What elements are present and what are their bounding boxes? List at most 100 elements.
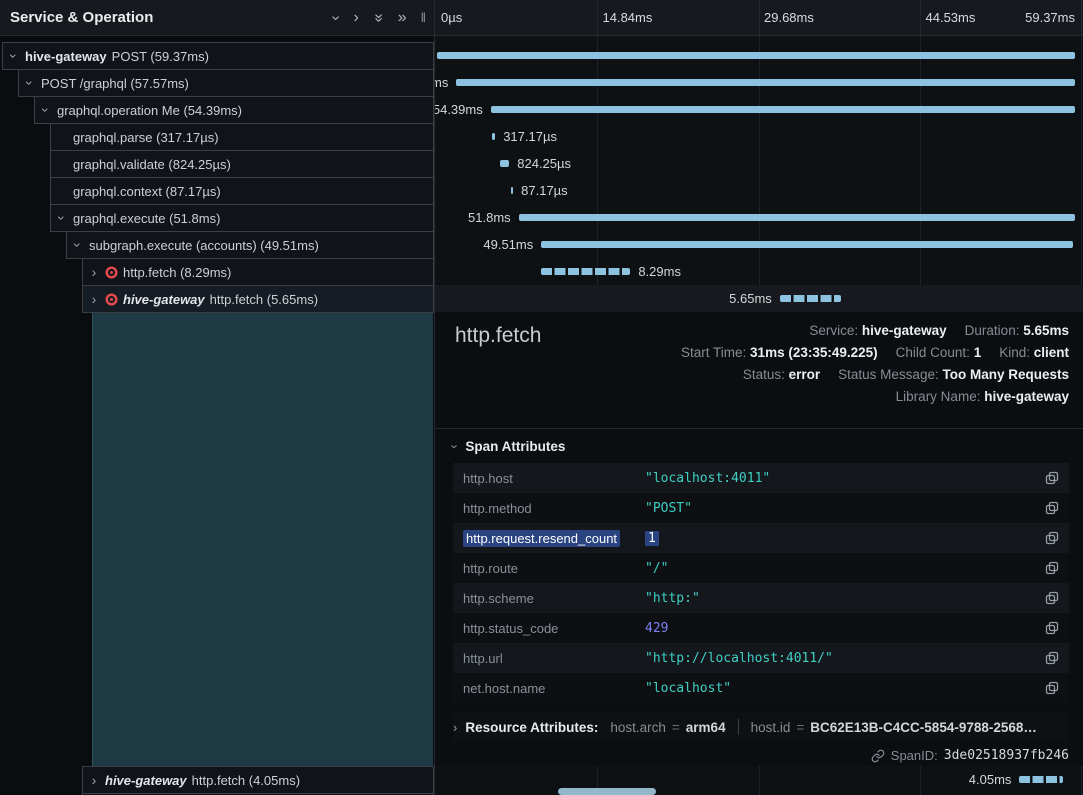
link-icon[interactable] — [871, 749, 885, 763]
span-duration-bar[interactable] — [511, 187, 513, 194]
meta-pair: Child Count: 1 — [896, 345, 982, 360]
tree-row[interactable]: › http.fetch (8.29ms) — [82, 258, 434, 286]
tree-chevron-icon[interactable]: › — [7, 50, 21, 62]
meta-label: Start Time: — [681, 345, 750, 360]
tree-chevron-icon[interactable]: › — [88, 292, 100, 306]
attribute-value: "localhost:4011" — [645, 471, 1039, 486]
ruler-tick-label: 44.53ms — [926, 0, 976, 35]
timeline-row[interactable]: 87.17µs — [435, 177, 1083, 204]
copy-icon[interactable] — [1039, 681, 1059, 695]
span-duration-bar[interactable] — [541, 241, 1073, 248]
tree-chevron-icon[interactable]: › — [88, 265, 100, 279]
timeline-row[interactable]: 824.25µs — [435, 150, 1083, 177]
meta-value: hive-gateway — [862, 323, 947, 338]
attribute-value: 429 — [645, 621, 1039, 636]
timeline-ruler: 0µs14.84ms29.68ms44.53ms59.37ms — [435, 0, 1083, 36]
span-attributes-header[interactable]: › Span Attributes — [453, 439, 565, 454]
span-id-row: SpanID: 3de02518937fb246 — [871, 748, 1069, 763]
copy-icon[interactable] — [1039, 501, 1059, 515]
timeline-row[interactable]: 54.39ms — [435, 96, 1083, 123]
timeline-row[interactable]: 5.65ms — [435, 285, 1083, 312]
attribute-row: http.status_code 429 — [453, 613, 1069, 643]
tree-chevron-icon[interactable]: › — [55, 212, 69, 224]
meta-label: Library Name: — [896, 389, 985, 404]
gridline — [920, 0, 921, 36]
tree-row[interactable]: › subgraph.execute (accounts) (49.51ms) — [66, 231, 434, 259]
attribute-value: "http://localhost:4011/" — [645, 651, 1039, 666]
timeline-row[interactable]: 57.57ms — [435, 69, 1083, 96]
meta-pair: Status Message: Too Many Requests — [838, 367, 1069, 382]
tree-row[interactable]: › hive-gateway http.fetch (5.65ms) — [82, 285, 434, 313]
error-icon — [105, 266, 118, 279]
tree-chevron-icon[interactable]: › — [23, 77, 37, 89]
tree-row-label: graphql.parse (317.17µs) — [73, 130, 219, 145]
copy-icon[interactable] — [1039, 561, 1059, 575]
copy-icon[interactable] — [1039, 591, 1059, 605]
tree-row[interactable]: › hive-gateway POST (59.37ms) — [2, 42, 434, 70]
timeline-row[interactable]: 51.8ms — [435, 204, 1083, 231]
tree-chevron-icon[interactable]: › — [39, 104, 53, 116]
timeline-row[interactable]: 8.29ms — [435, 258, 1083, 285]
double-chevron-down-icon[interactable]: » — [370, 13, 386, 22]
copy-icon[interactable] — [1039, 621, 1059, 635]
ruler-tick-label: 0µs — [441, 0, 462, 35]
tree-row-label: graphql.context (87.17µs) — [73, 184, 221, 199]
attribute-value: "localhost" — [645, 681, 1039, 696]
separator — [738, 719, 739, 735]
horizontal-scrollbar-thumb[interactable] — [558, 788, 656, 795]
span-duration-label: 317.17µs — [503, 123, 557, 150]
span-duration-bar[interactable] — [456, 79, 1075, 86]
tree-row[interactable]: › graphql.context (87.17µs) — [50, 177, 434, 205]
tree-row[interactable]: › graphql.execute (51.8ms) — [50, 204, 434, 232]
tree-row[interactable]: › graphql.parse (317.17µs) — [50, 123, 434, 151]
meta-label: Status Message: — [838, 367, 942, 382]
tree-chevron-icon[interactable]: › — [88, 773, 100, 787]
tree-row[interactable]: › hive-gateway http.fetch (4.05ms) — [82, 766, 434, 794]
span-duration-bar[interactable] — [519, 214, 1076, 221]
timeline-row[interactable]: 59.37ms — [435, 42, 1083, 69]
span-duration-bar[interactable] — [500, 160, 509, 167]
meta-label: Service: — [809, 323, 862, 338]
span-duration-label: 49.51ms — [483, 231, 533, 258]
span-duration-bar[interactable] — [491, 106, 1075, 113]
span-duration-bar[interactable] — [492, 133, 495, 140]
meta-pair: Service: hive-gateway — [809, 323, 946, 338]
detail-meta-line: Start Time: 31ms (23:35:49.225)Child Cou… — [681, 342, 1069, 364]
timeline-row[interactable]: 49.51ms — [435, 231, 1083, 258]
copy-icon[interactable] — [1039, 651, 1059, 665]
meta-label: Duration: — [965, 323, 1024, 338]
tree-row[interactable]: › graphql.validate (824.25µs) — [50, 150, 434, 178]
copy-icon[interactable] — [1039, 471, 1059, 485]
meta-value: 1 — [974, 345, 982, 360]
meta-label: Kind: — [999, 345, 1034, 360]
resource-attributes-row[interactable]: › Resource Attributes: host.arch=arm64ho… — [453, 712, 1069, 742]
tree-row[interactable]: › graphql.operation Me (54.39ms) — [34, 96, 434, 124]
chevron-down-icon: › — [449, 444, 462, 448]
meta-value: hive-gateway — [984, 389, 1069, 404]
chevron-down-icon[interactable]: › — [328, 15, 344, 20]
double-chevron-right-icon[interactable]: » — [398, 10, 407, 26]
span-duration-bar[interactable] — [541, 268, 630, 275]
span-duration-bar[interactable] — [437, 52, 1075, 59]
chevron-right-icon[interactable]: › — [353, 10, 358, 26]
ruler-tick-label: 59.37ms — [1025, 0, 1075, 35]
span-tree: › hive-gateway POST (59.37ms) › POST /gr… — [0, 36, 435, 795]
copy-icon[interactable] — [1039, 531, 1059, 545]
tree-row-service: hive-gateway — [123, 292, 205, 307]
span-duration-bar[interactable] — [1019, 776, 1063, 783]
meta-pair: Library Name: hive-gateway — [896, 389, 1069, 404]
tree-chevron-icon[interactable]: › — [71, 239, 85, 251]
attribute-key: http.host — [463, 471, 645, 486]
tree-row[interactable]: › POST /graphql (57.57ms) — [18, 69, 434, 97]
span-duration-label: 54.39ms — [435, 96, 483, 123]
pane-resize-handle[interactable]: ‖ — [421, 10, 426, 25]
attribute-value: "/" — [645, 561, 1039, 576]
meta-value: error — [789, 367, 821, 382]
span-detail-title: http.fetch — [455, 324, 541, 348]
span-duration-bar[interactable] — [780, 295, 841, 302]
timeline-row[interactable]: 4.05ms — [435, 766, 1083, 793]
timeline-row[interactable]: 317.17µs — [435, 123, 1083, 150]
meta-label: Status: — [743, 367, 789, 382]
meta-pair: Status: error — [743, 367, 820, 382]
span-id-label: SpanID: — [891, 748, 938, 763]
